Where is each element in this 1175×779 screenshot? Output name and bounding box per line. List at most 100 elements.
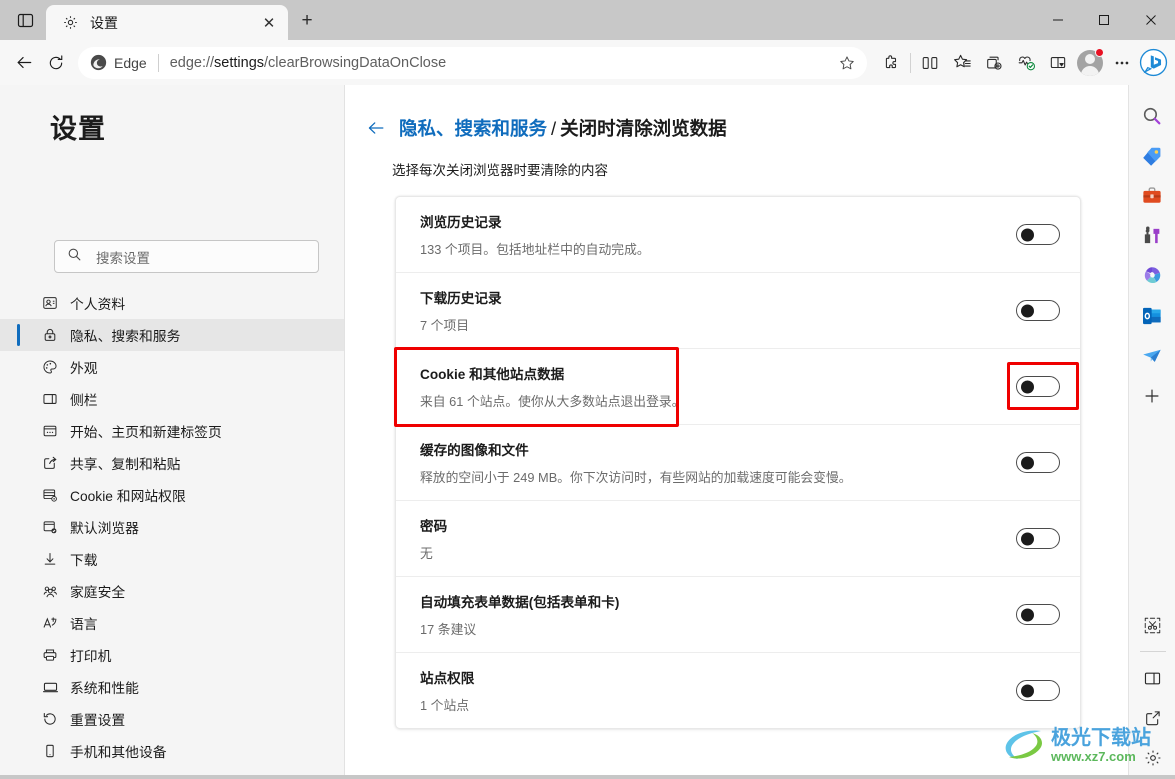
row-title: 密码 xyxy=(420,519,448,534)
sidebar-item-label: 默认浏览器 xyxy=(70,521,139,536)
new-tab-button[interactable]: + xyxy=(293,8,321,34)
sidebar-item-family-safety[interactable]: 家庭安全 xyxy=(0,575,344,607)
add-sidebar-app-button[interactable] xyxy=(1135,379,1169,413)
back-arrow-icon[interactable] xyxy=(361,113,391,143)
avatar[interactable] xyxy=(1074,47,1106,79)
sidebar-item-reset[interactable]: 重置设置 xyxy=(0,703,344,735)
favorite-star-icon[interactable] xyxy=(833,49,861,77)
address-bar[interactable]: Edge edge://settings/clearBrowsingDataOn… xyxy=(78,46,867,79)
tools-briefcase-icon[interactable] xyxy=(1135,179,1169,213)
sidebar-item-label: 系统和性能 xyxy=(70,681,139,696)
avatar-status-dot xyxy=(1095,47,1104,57)
close-icon[interactable]: ✕ xyxy=(258,12,280,34)
row-texts: 密码 无 xyxy=(420,515,1016,562)
sidebar-item-label: 家庭安全 xyxy=(70,585,126,600)
split-pane-icon[interactable] xyxy=(1136,661,1170,695)
telegram-icon[interactable] xyxy=(1135,339,1169,373)
maximize-button[interactable] xyxy=(1081,0,1127,40)
toggle-cached-images[interactable] xyxy=(1016,452,1060,473)
breadcrumb: 隐私、搜索和服务 / 关闭时清除浏览数据 xyxy=(361,113,1128,143)
table-row[interactable]: 浏览历史记录 133 个项目。包括地址栏中的自动完成。 xyxy=(396,197,1080,273)
sidebar-item-label: 隐私、搜索和服务 xyxy=(70,329,181,344)
table-row[interactable]: 站点权限 1 个站点 xyxy=(396,653,1080,728)
browser-tab[interactable]: 设置 ✕ xyxy=(46,5,288,40)
lock-icon xyxy=(40,325,60,345)
sidebar-item-languages[interactable]: 语言 xyxy=(0,607,344,639)
clear-data-list-card: 浏览历史记录 133 个项目。包括地址栏中的自动完成。 下载历史记录 7 个项目… xyxy=(394,196,1081,729)
toggle-browsing-history[interactable] xyxy=(1016,224,1060,245)
table-row[interactable]: 自动填充表单数据(包括表单和卡) 17 条建议 xyxy=(396,577,1080,653)
sidebar-item-label: 语言 xyxy=(70,617,98,632)
sidebar-item-downloads[interactable]: 下载 xyxy=(0,543,344,575)
open-external-icon[interactable] xyxy=(1136,701,1170,735)
microsoft365-icon[interactable] xyxy=(1135,259,1169,293)
sidebar-item-label: 外观 xyxy=(70,361,98,376)
minimize-button[interactable] xyxy=(1035,0,1081,40)
table-row[interactable]: 缓存的图像和文件 释放的空间小于 249 MB。你下次访问时，有些网站的加载速度… xyxy=(396,425,1080,501)
sidebar-item-printers[interactable]: 打印机 xyxy=(0,639,344,671)
gear-icon xyxy=(60,13,80,33)
table-row[interactable]: 密码 无 xyxy=(396,501,1080,577)
sidebar-item-appearance[interactable]: 外观 xyxy=(0,351,344,383)
tab-actions-icon[interactable] xyxy=(10,6,40,34)
row-title: Cookie 和其他站点数据 xyxy=(420,367,565,382)
sidebar-item-sidebar[interactable]: 侧栏 xyxy=(0,383,344,415)
toggle-site-permissions[interactable] xyxy=(1016,680,1060,701)
table-row[interactable]: Cookie 和其他站点数据 来自 61 个站点。使你从大多数站点退出登录。 xyxy=(394,347,1080,427)
sidebar-item-share[interactable]: 共享、复制和粘贴 xyxy=(0,447,344,479)
sidebar-item-system[interactable]: 系统和性能 xyxy=(0,671,344,703)
back-arrow-icon[interactable] xyxy=(8,47,40,79)
row-title: 站点权限 xyxy=(420,671,475,686)
sidebar-item-label: 侧栏 xyxy=(70,393,98,408)
edge-sidebar-bottom xyxy=(1129,602,1175,775)
extensions-icon[interactable] xyxy=(875,47,907,79)
settings-sidebar: 设置 搜索设置 个人资料 隐私、搜索和服务 外观 侧栏 开始、主页和新建标签页 … xyxy=(0,85,345,779)
settings-gear-icon[interactable] xyxy=(1136,741,1170,775)
tab-strip: 设置 ✕ + xyxy=(0,0,1175,40)
sidebar-item-label: 下载 xyxy=(70,553,98,568)
default-browser-icon xyxy=(40,517,60,537)
cookie-permissions-icon xyxy=(40,485,60,505)
row-description: 释放的空间小于 249 MB。你下次访问时，有些网站的加载速度可能会变慢。 xyxy=(420,470,852,485)
screenshot-icon[interactable] xyxy=(1136,608,1170,642)
toggle-download-history[interactable] xyxy=(1016,300,1060,321)
table-row[interactable]: 下载历史记录 7 个项目 xyxy=(396,273,1080,349)
copilot-icon[interactable] xyxy=(1138,47,1169,78)
row-texts: 下载历史记录 7 个项目 xyxy=(420,287,1016,334)
drop-icon[interactable] xyxy=(1042,47,1074,79)
more-options-icon[interactable] xyxy=(1106,47,1138,79)
collections-icon[interactable] xyxy=(978,47,1010,79)
shopping-tag-icon[interactable] xyxy=(1135,139,1169,173)
omnibox-divider xyxy=(157,53,159,72)
row-texts: 自动填充表单数据(包括表单和卡) 17 条建议 xyxy=(420,591,1016,638)
games-icon[interactable] xyxy=(1135,219,1169,253)
sidebar-item-default-browser[interactable]: 默认浏览器 xyxy=(0,511,344,543)
browser-essentials-icon[interactable] xyxy=(1010,47,1042,79)
row-title: 下载历史记录 xyxy=(420,291,502,306)
phone-icon xyxy=(40,741,60,761)
download-icon xyxy=(40,549,60,569)
page-title: 设置 xyxy=(50,114,106,144)
outlook-icon[interactable] xyxy=(1135,299,1169,333)
toggle-cookies-site-data[interactable] xyxy=(1016,376,1060,397)
toolbar-divider xyxy=(910,52,911,73)
breadcrumb-parent-link[interactable]: 隐私、搜索和服务 xyxy=(399,118,547,139)
sidebar-item-label: 打印机 xyxy=(70,649,112,664)
tab-title: 设置 xyxy=(90,14,118,31)
toggle-autofill-form-data[interactable] xyxy=(1016,604,1060,625)
toggle-passwords[interactable] xyxy=(1016,528,1060,549)
search-input[interactable]: 搜索设置 xyxy=(54,240,319,273)
search-icon[interactable] xyxy=(1135,99,1169,133)
sidebar-item-privacy[interactable]: 隐私、搜索和服务 xyxy=(0,319,344,351)
edge-chip: Edge xyxy=(90,54,147,71)
sidebar-item-startup[interactable]: 开始、主页和新建标签页 xyxy=(0,415,344,447)
sidebar-item-label: 重置设置 xyxy=(70,713,126,728)
row-description: 17 条建议 xyxy=(420,622,477,637)
favorites-icon[interactable] xyxy=(946,47,978,79)
sidebar-item-cookies[interactable]: Cookie 和网站权限 xyxy=(0,479,344,511)
sidebar-item-profile[interactable]: 个人资料 xyxy=(0,287,344,319)
close-button[interactable] xyxy=(1127,0,1175,40)
sidebar-item-phone[interactable]: 手机和其他设备 xyxy=(0,735,344,767)
split-screen-icon[interactable] xyxy=(914,47,946,79)
refresh-icon[interactable] xyxy=(40,47,72,79)
